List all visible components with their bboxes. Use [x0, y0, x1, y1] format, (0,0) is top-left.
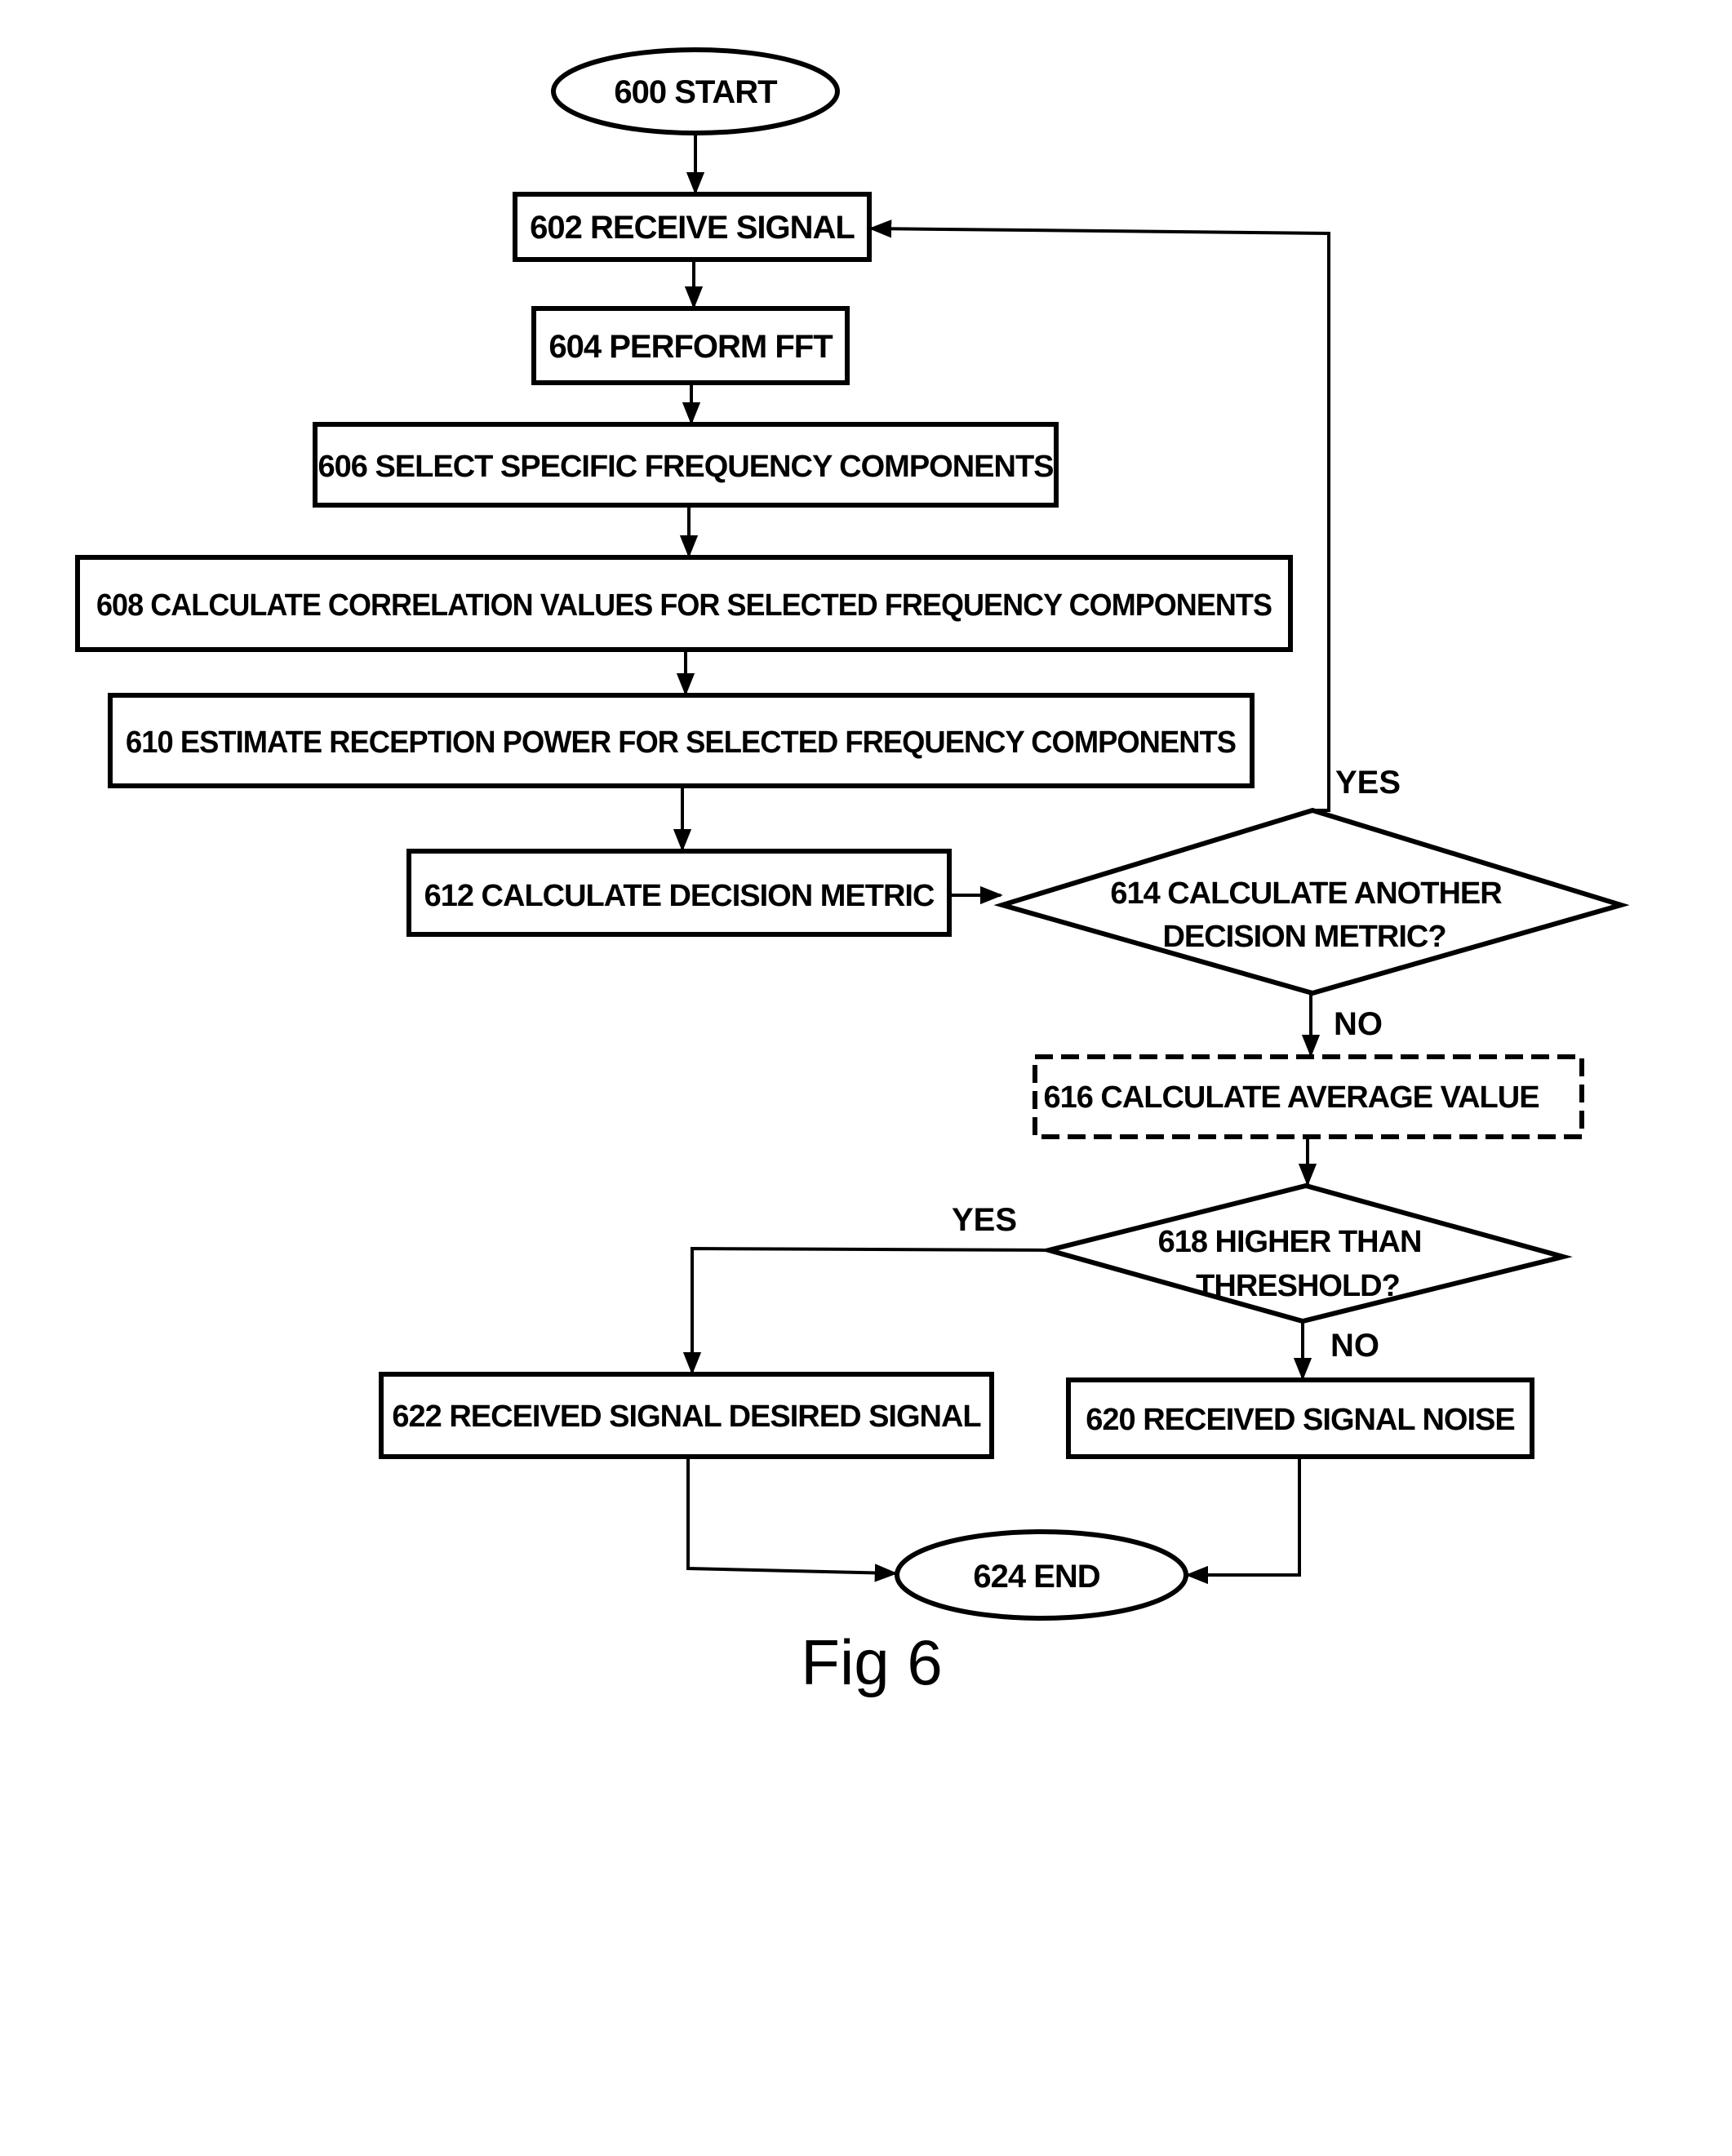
node-616-label: 616 CALCULATE AVERAGE VALUE — [1043, 1080, 1539, 1115]
node-604-perform-fft: 604 PERFORM FFT — [531, 306, 850, 385]
label-618-yes: YES — [952, 1202, 1017, 1238]
label-614-no: NO — [1334, 1006, 1383, 1042]
node-614-decision-another: 614 CALCULATE ANOTHER DECISION METRIC? — [993, 807, 1630, 996]
node-618-label-line2: THRESHOLD? — [1196, 1269, 1400, 1303]
node-614-label-line2: DECISION METRIC? — [1162, 920, 1446, 954]
edge-620-624 — [1185, 1457, 1301, 1585]
flowchart: 600 START 602 RECEIVE SIGNAL 604 PERFORM… — [75, 47, 1630, 1698]
node-606-select-components: 606 SELECT SPECIFIC FREQUENCY COMPONENTS — [313, 422, 1059, 508]
node-612-calc-decision-metric: 612 CALCULATE DECISION METRIC — [406, 849, 952, 937]
node-620-noise: 620 RECEIVED SIGNAL NOISE — [1066, 1377, 1534, 1459]
node-600-start: 600 START — [551, 47, 840, 135]
node-602-label: 602 RECEIVE SIGNAL — [530, 210, 855, 246]
node-612-label: 612 CALCULATE DECISION METRIC — [424, 879, 935, 913]
node-610-estimate-power: 610 ESTIMATE RECEPTION POWER FOR SELECTE… — [108, 693, 1255, 788]
label-618-no: NO — [1330, 1328, 1379, 1364]
node-618-label-line1: 618 HIGHER THAN — [1158, 1225, 1422, 1259]
node-620-label: 620 RECEIVED SIGNAL NOISE — [1086, 1403, 1514, 1437]
node-614-label-line1: 614 CALCULATE ANOTHER — [1110, 876, 1502, 911]
node-618-decision-threshold: 618 HIGHER THAN THRESHOLD? — [1039, 1182, 1573, 1324]
figure-caption: Fig 6 — [801, 1626, 942, 1698]
node-624-end: 624 END — [895, 1529, 1188, 1621]
edge-618-yes-622 — [682, 1246, 1050, 1375]
label-614-yes: YES — [1335, 765, 1401, 801]
node-610-label: 610 ESTIMATE RECEPTION POWER FOR SELECTE… — [126, 725, 1236, 760]
node-624-label: 624 END — [973, 1559, 1099, 1595]
node-602-receive-signal: 602 RECEIVE SIGNAL — [513, 192, 872, 262]
node-608-calc-correlation: 608 CALCULATE CORRELATION VALUES FOR SEL… — [75, 555, 1293, 652]
edge-622-624 — [686, 1457, 898, 1582]
node-608-label: 608 CALCULATE CORRELATION VALUES FOR SEL… — [96, 588, 1272, 623]
node-622-desired-signal: 622 RECEIVED SIGNAL DESIRED SIGNAL — [379, 1372, 994, 1459]
node-606-label: 606 SELECT SPECIFIC FREQUENCY COMPONENTS — [318, 450, 1053, 484]
node-616-calc-average: 616 CALCULATE AVERAGE VALUE — [1033, 1054, 1584, 1139]
node-600-label: 600 START — [614, 74, 777, 110]
node-622-label: 622 RECEIVED SIGNAL DESIRED SIGNAL — [392, 1400, 981, 1434]
node-604-label: 604 PERFORM FFT — [548, 329, 833, 365]
